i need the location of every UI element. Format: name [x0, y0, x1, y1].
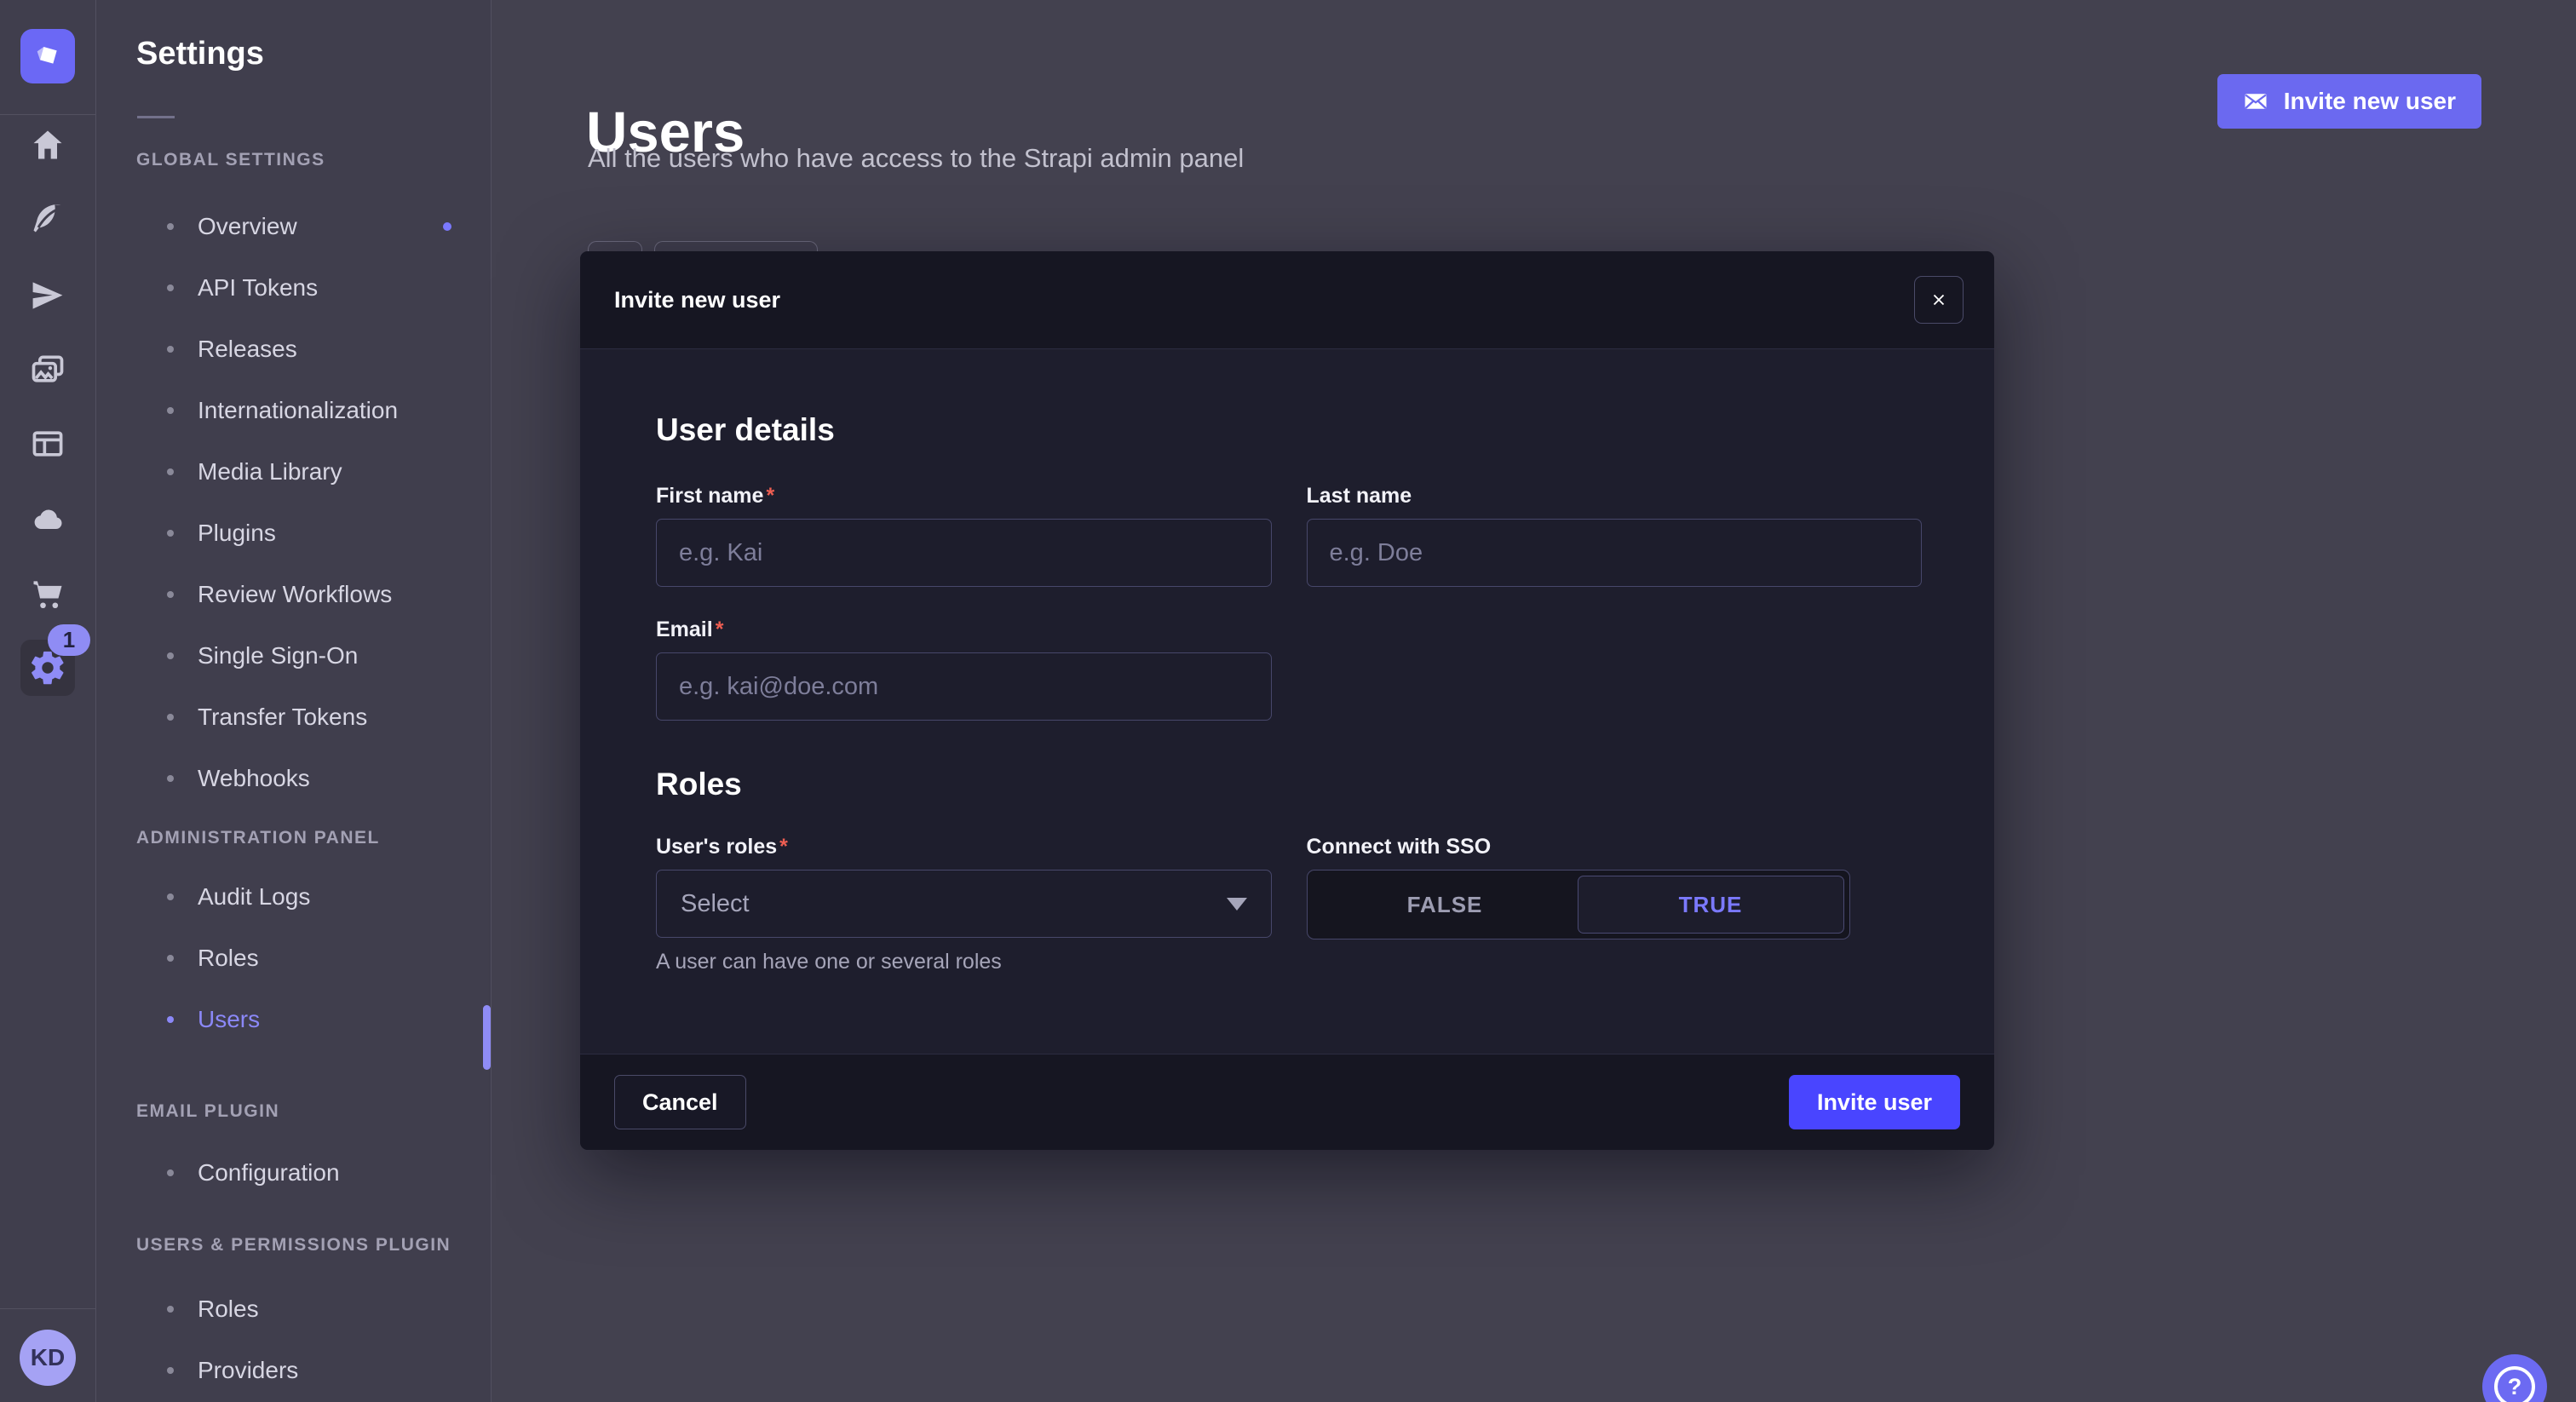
bullet-icon: [167, 284, 174, 291]
sidebar-item-providers[interactable]: Providers: [136, 1340, 482, 1401]
feather-icon[interactable]: [0, 192, 95, 244]
first-name-field[interactable]: [656, 519, 1272, 587]
users-roles-label: User's roles*: [656, 835, 1272, 859]
settings-notification-badge: 1: [48, 624, 90, 656]
email-group: Email*: [656, 618, 1272, 721]
rail-divider: [0, 114, 95, 115]
rail-divider: [0, 1308, 95, 1309]
email-plugin-list: Configuration: [136, 1142, 482, 1204]
modal-body: User details First name* Last name Email…: [580, 349, 1994, 974]
sidebar-item-api-tokens[interactable]: API Tokens: [136, 257, 482, 319]
sidebar-item-internationalization[interactable]: Internationalization: [136, 380, 482, 441]
users-roles-group: User's roles* Select A user can have one…: [656, 835, 1272, 974]
bullet-icon: [167, 1169, 174, 1176]
sso-toggle: FALSE TRUE: [1307, 870, 1850, 939]
sidebar-item-overview[interactable]: Overview: [136, 196, 482, 257]
strapi-admin-screen: 1 KD Settings GLOBAL SETTINGS Overview A…: [0, 0, 2576, 1402]
section-global-settings: GLOBAL SETTINGS: [136, 150, 325, 170]
last-name-group: Last name: [1307, 484, 1923, 587]
bullet-icon: [167, 530, 174, 537]
bullet-icon: [167, 1367, 174, 1374]
select-value: Select: [681, 890, 750, 918]
bullet-icon: [167, 1016, 174, 1023]
sidebar-item-plugins[interactable]: Plugins: [136, 503, 482, 564]
sidebar-scrollbar-thumb[interactable]: [483, 1005, 491, 1070]
last-name-label: Last name: [1307, 484, 1923, 509]
sidebar-item-review-workflows[interactable]: Review Workflows: [136, 564, 482, 625]
bullet-icon: [167, 468, 174, 475]
marketplace-cart-icon[interactable]: [0, 568, 95, 619]
icon-rail: 1 KD: [0, 0, 96, 1402]
sidebar-item-configuration[interactable]: Configuration: [136, 1142, 482, 1204]
bullet-icon: [167, 346, 174, 353]
sidebar-item-single-sign-on[interactable]: Single Sign-On: [136, 625, 482, 687]
users-roles-select[interactable]: Select: [656, 870, 1272, 938]
envelope-icon: [2243, 89, 2268, 114]
strapi-logo[interactable]: [20, 29, 75, 83]
email-label: Email*: [656, 618, 1272, 642]
invite-new-user-modal: Invite new user User details First name*…: [580, 251, 1994, 1150]
bullet-icon: [167, 955, 174, 962]
email-field[interactable]: [656, 652, 1272, 721]
modal-footer: Cancel Invite user: [580, 1054, 1994, 1150]
first-name-label: First name*: [656, 484, 1272, 509]
avatar[interactable]: KD: [20, 1330, 76, 1386]
bullet-icon: [167, 1306, 174, 1313]
sidebar-item-webhooks[interactable]: Webhooks: [136, 748, 482, 809]
close-icon: [1929, 290, 1948, 309]
sso-label: Connect with SSO: [1307, 835, 1923, 859]
required-marker: *: [766, 484, 774, 508]
bullet-icon: [167, 714, 174, 721]
close-button[interactable]: [1914, 276, 1964, 324]
paper-plane-icon[interactable]: [0, 270, 95, 321]
content-manager-icon[interactable]: [0, 418, 95, 469]
question-mark-icon: ?: [2494, 1366, 2535, 1402]
section-user-details: User details: [656, 349, 1922, 448]
notification-dot-icon: [443, 222, 451, 231]
last-name-field[interactable]: [1307, 519, 1923, 587]
sidebar-item-transfer-tokens[interactable]: Transfer Tokens: [136, 687, 482, 748]
cancel-button[interactable]: Cancel: [614, 1075, 746, 1129]
strapi-logo-icon: [31, 39, 65, 73]
bullet-icon: [167, 223, 174, 230]
first-name-group: First name*: [656, 484, 1272, 587]
bullet-icon: [167, 407, 174, 414]
required-marker: *: [716, 618, 724, 641]
sidebar-title: Settings: [136, 36, 264, 72]
invite-new-user-button[interactable]: Invite new user: [2217, 74, 2481, 129]
sso-option-true[interactable]: TRUE: [1578, 876, 1844, 934]
section-email-plugin: EMAIL PLUGIN: [136, 1101, 279, 1122]
home-icon[interactable]: [0, 119, 95, 170]
users-permissions-list: Roles Providers: [136, 1278, 482, 1401]
sidebar-item-releases[interactable]: Releases: [136, 319, 482, 380]
sidebar-item-up-roles[interactable]: Roles: [136, 1278, 482, 1340]
modal-header: Invite new user: [580, 251, 1994, 349]
sidebar-item-users[interactable]: Users: [136, 989, 482, 1050]
media-library-icon[interactable]: [0, 344, 95, 395]
sidebar-item-audit-logs[interactable]: Audit Logs: [136, 866, 482, 928]
title-underline: [137, 116, 175, 118]
global-settings-list: Overview API Tokens Releases Internation…: [136, 196, 482, 809]
bullet-icon: [167, 893, 174, 900]
section-users-permissions-plugin: USERS & PERMISSIONS PLUGIN: [136, 1235, 451, 1255]
cloud-icon[interactable]: [0, 494, 95, 545]
section-administration-panel: ADMINISTRATION PANEL: [136, 828, 380, 848]
administration-panel-list: Audit Logs Roles Users: [136, 866, 482, 1050]
sidebar-item-admin-roles[interactable]: Roles: [136, 928, 482, 989]
chevron-down-icon: [1227, 898, 1247, 911]
bullet-icon: [167, 591, 174, 598]
sso-group: Connect with SSO FALSE TRUE: [1307, 835, 1923, 974]
invite-user-submit-button[interactable]: Invite user: [1789, 1075, 1960, 1129]
required-marker: *: [779, 835, 788, 859]
settings-sidebar: Settings GLOBAL SETTINGS Overview API To…: [96, 0, 492, 1402]
sidebar-item-media-library[interactable]: Media Library: [136, 441, 482, 503]
section-roles: Roles: [656, 721, 1922, 802]
bullet-icon: [167, 775, 174, 782]
sso-option-false[interactable]: FALSE: [1313, 876, 1578, 934]
modal-title: Invite new user: [614, 287, 780, 313]
roles-hint: A user can have one or several roles: [656, 950, 1272, 974]
bullet-icon: [167, 652, 174, 659]
page-subtitle: All the users who have access to the Str…: [588, 143, 1244, 174]
